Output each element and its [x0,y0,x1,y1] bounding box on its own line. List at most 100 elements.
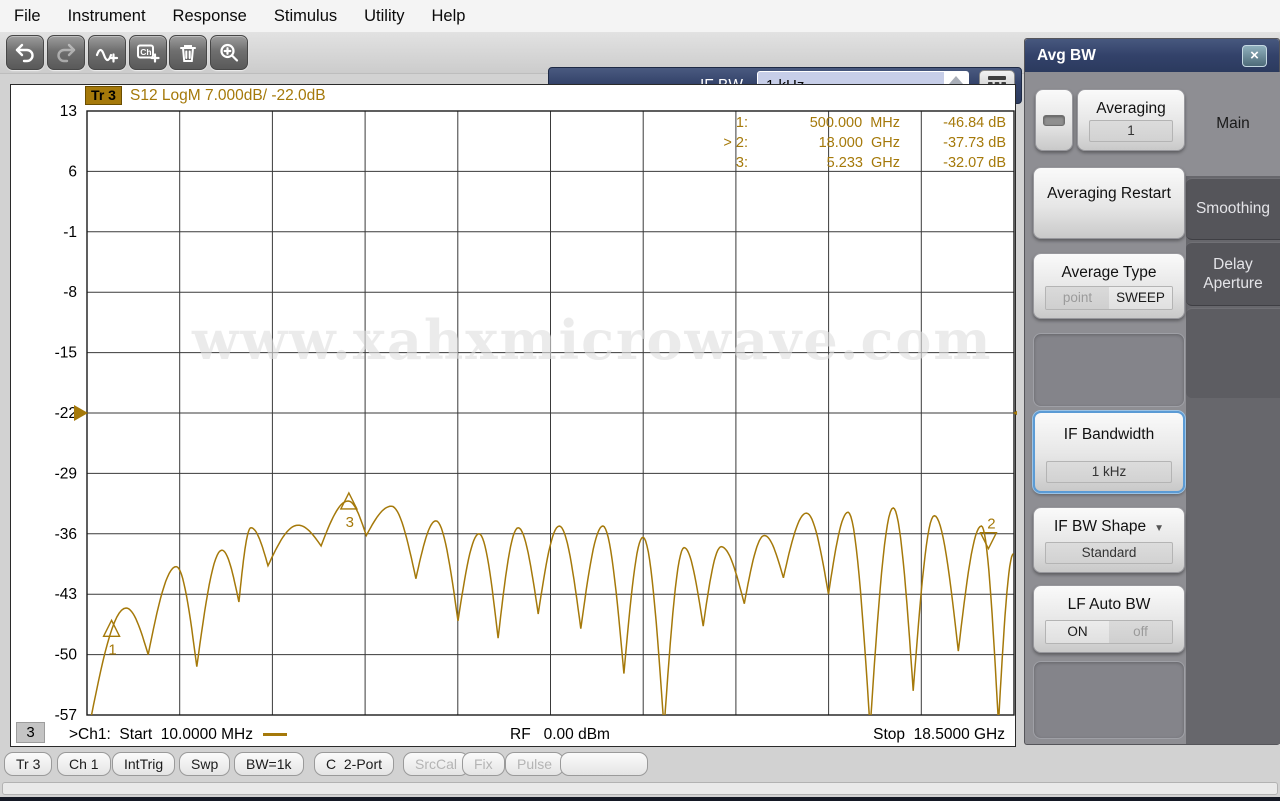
bottom-strip [2,782,1278,795]
marker-readout-freq: 500.000 MHz [809,115,900,131]
marker-2-icon [979,532,998,551]
ref-level-left-icon [74,405,88,421]
status-fix[interactable]: Fix [462,752,505,776]
rf-power-text: RF 0.00 dBm [510,726,610,743]
dropdown-arrow-icon: ▼ [1154,523,1165,534]
marker-readout-level: -46.84 dB [943,115,1006,131]
grid [87,111,1014,715]
zoom-in-icon [218,42,240,64]
redo-button[interactable] [47,35,85,70]
zoom-in-button[interactable] [210,35,248,70]
status-cal[interactable]: C 2-Port [314,752,395,776]
svg-text:-15: -15 [55,345,77,362]
status-bandwidth[interactable]: BW=1k [234,752,304,776]
panel-title-bar: Avg BW × [1025,39,1279,72]
marker-readout-freq: 5.233 GHz [826,155,900,171]
svg-text:-22: -22 [55,405,77,422]
svg-text:Ch: Ch [140,46,151,56]
tab-empty [1186,308,1280,398]
close-icon: × [1250,47,1259,64]
status-empty [560,752,648,776]
if-bw-shape-value: Standard [1045,542,1173,564]
status-trigger[interactable]: IntTrig [112,752,176,776]
tab-smoothing[interactable]: Smoothing [1186,178,1280,240]
marker-readout-freq: 18.000 GHz [818,135,900,151]
marker-2-label: 2 [987,516,995,533]
status-srccal[interactable]: SrcCal [403,752,470,776]
marker-1-label: 1 [108,641,116,658]
if-bw-shape-button[interactable]: IF BW Shape ▼ Standard [1033,507,1185,573]
marker-3-label: 3 [346,514,354,531]
panel-empty-button-2 [1033,661,1185,739]
averaging-label: Averaging [1096,100,1166,117]
marker-readout-id: 3: [735,155,748,171]
average-type-sweep-option[interactable]: SWEEP [1109,287,1172,309]
lf-auto-bw-off-option[interactable]: off [1109,621,1172,643]
average-type-point-option[interactable]: point [1046,287,1109,309]
svg-text:6: 6 [68,163,77,180]
channel-start-text: >Ch1: Start 10.0000 MHz [69,726,287,744]
average-type-segments: point SWEEP [1045,286,1173,310]
redo-icon [54,42,78,64]
spin-up-icon[interactable] [949,76,963,84]
menu-stimulus[interactable]: Stimulus [274,7,337,26]
svg-text:-8: -8 [63,284,77,301]
status-pulse[interactable]: Pulse [505,752,565,776]
svg-text:-57: -57 [55,707,77,724]
marker-readout-id: > 2: [723,135,748,151]
status-trace[interactable]: Tr 3 [4,752,53,776]
svg-text:-1: -1 [63,224,77,241]
trace-s12 [90,500,1014,715]
trash-icon [177,42,199,64]
if-bandwidth-button[interactable]: IF Bandwidth 1 kHz [1033,411,1185,493]
marker-readout-level: -32.07 dB [943,155,1006,171]
delete-button[interactable] [169,35,207,70]
panel-close-button[interactable]: × [1242,44,1267,67]
add-channel-icon: Ch [135,42,161,64]
svg-text:-29: -29 [55,465,77,482]
lf-auto-bw-button[interactable]: LF Auto BW ON off [1033,585,1185,653]
stop-freq-text: Stop 18.5000 GHz [873,726,1005,743]
panel-tab-column: Main Smoothing Delay Aperture [1186,72,1280,744]
panel-empty-button-1 [1033,333,1185,407]
averaging-led-icon [1043,114,1065,126]
undo-icon [13,42,37,64]
marker-readout-id: 1: [735,115,748,131]
average-type-label: Average Type [1061,264,1157,281]
menu-response[interactable]: Response [173,7,247,26]
trace-color-legend [262,733,287,737]
svg-text:-36: -36 [55,526,77,543]
add-trace-button[interactable] [88,35,126,70]
menu-utility[interactable]: Utility [364,7,404,26]
if-bandwidth-value: 1 kHz [1046,461,1172,483]
add-trace-icon [94,42,120,64]
menu-instrument[interactable]: Instrument [68,7,146,26]
menu-help[interactable]: Help [431,7,465,26]
svg-text:13: 13 [60,103,77,120]
lf-auto-bw-segments: ON off [1045,620,1173,644]
lf-auto-bw-label: LF Auto BW [1067,596,1151,613]
panel-title: Avg BW [1037,46,1096,64]
add-channel-button[interactable]: Ch [129,35,167,70]
averaging-restart-button[interactable]: Averaging Restart [1033,167,1185,239]
if-bandwidth-label: IF Bandwidth [1063,426,1155,443]
marker-readout: 1: 500.000 MHz -46.84 dB > 2: 18.000 GHz… [702,114,1006,173]
status-channel[interactable]: Ch 1 [57,752,111,776]
chart-panel: Tr 3 S12 LogM 7.000dB/ -22.0dB 13 6 -1 -8 -1… [10,84,1017,747]
tab-delay-aperture[interactable]: Delay Aperture [1186,242,1280,306]
menu-bar: File Instrument Response Stimulus Utilit… [0,0,1280,32]
svg-text:-43: -43 [55,586,77,603]
status-sweep[interactable]: Swp [179,752,231,776]
average-type-button[interactable]: Average Type point SWEEP [1033,253,1185,319]
averaging-toggle-button[interactable] [1035,89,1073,151]
y-axis-labels: 13 6 -1 -8 -15 -22 -29 -36 -43 -50 -57 [55,103,78,724]
menu-file[interactable]: File [14,7,41,26]
window-bottom-edge [0,797,1280,801]
undo-button[interactable] [6,35,44,70]
plot-svg: 13 6 -1 -8 -15 -22 -29 -36 -43 -50 -57 1 2 3 [55,103,1017,724]
tab-main[interactable]: Main [1186,72,1280,176]
marker-readout-level: -37.73 dB [943,135,1006,151]
averaging-value: 1 [1089,120,1173,142]
averaging-button[interactable]: Averaging 1 [1077,89,1185,151]
lf-auto-bw-on-option[interactable]: ON [1046,621,1109,643]
